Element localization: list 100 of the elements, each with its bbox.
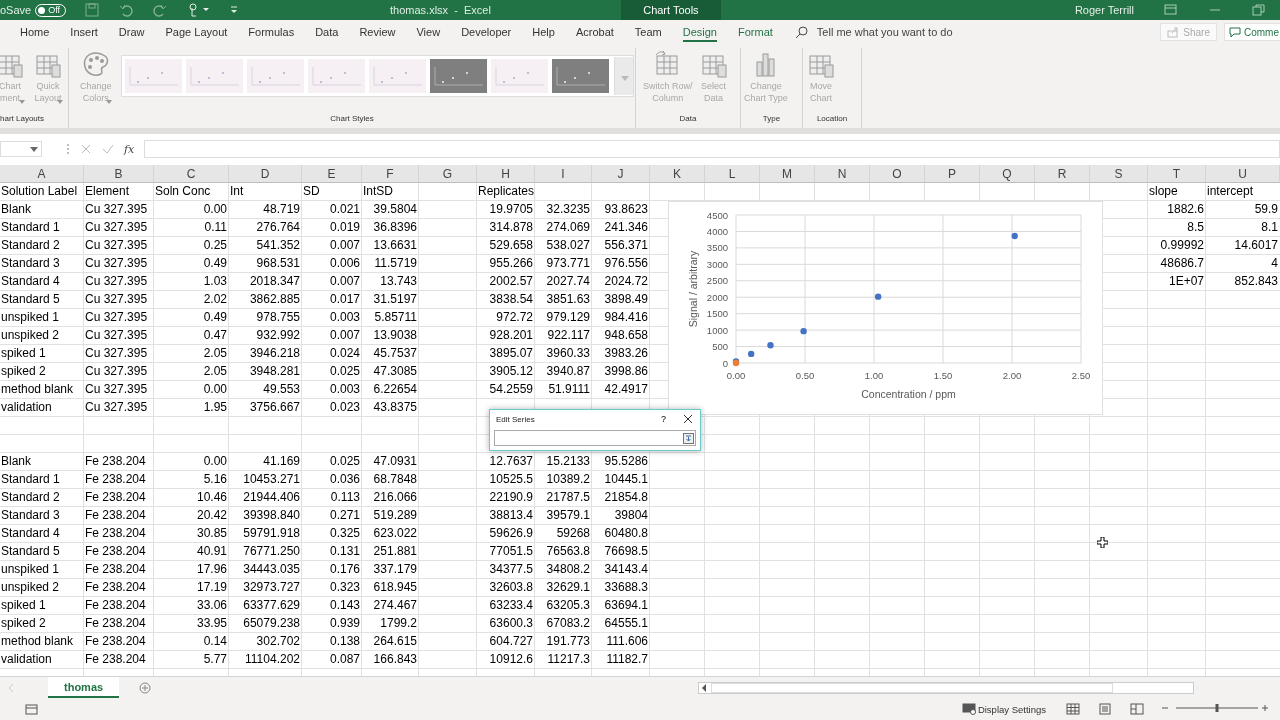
column-header[interactable]: O [870,165,925,183]
ribbon-tab[interactable]: Insert [70,20,98,44]
collapse-dialog-icon[interactable] [683,432,694,444]
chart-style-thumbnail[interactable] [551,59,609,93]
add-sheet-icon[interactable] [139,681,152,694]
scrollbar-thumb[interactable] [711,682,1113,693]
ribbon-display-icon[interactable] [1164,4,1178,16]
enter-icon[interactable] [102,143,114,155]
table-cell-text: 34377.5 [488,561,534,578]
table-cell-text: Cu 327.395 [84,399,149,416]
ribbon-tab[interactable]: Formulas [248,20,295,44]
ribbon-tab[interactable]: Help [532,20,555,44]
column-header[interactable]: F [362,165,419,183]
user-name[interactable]: Roger Terrill [1074,4,1134,16]
ribbon-tab[interactable]: Review [359,20,396,44]
column-header[interactable]: A [0,165,84,183]
restore-icon[interactable] [1252,4,1266,16]
table-cell-text: 3983.26 [603,345,649,362]
column-header[interactable]: L [705,165,760,183]
y-tick-label: 3500 [706,242,728,254]
table-cell-text: 0.003 [328,309,361,326]
chart-style-thumbnail[interactable] [307,59,365,93]
tell-me-field[interactable]: Tell me what you want to do [794,25,979,39]
table-cell-text: 2018.347 [248,273,301,290]
column-header[interactable]: E [302,165,362,183]
ribbon-tab[interactable]: Acrobat [575,20,614,44]
table-cell-text: 93.8623 [603,201,649,218]
column-header[interactable]: M [760,165,815,183]
horizontal-scrollbar[interactable] [698,681,1194,694]
column-header[interactable]: S [1090,165,1148,183]
ribbon-tab[interactable]: Team [634,20,662,44]
table-cell-text: 42.4917 [603,381,649,398]
formula-field[interactable] [144,140,1280,158]
close-icon[interactable] [682,413,694,425]
cancel-icon[interactable] [80,143,92,155]
zoom-thumb[interactable] [1215,704,1219,712]
table-cell-text: 976.556 [603,255,649,272]
table-cell-text: 1799.2 [379,615,418,632]
display-settings-button[interactable]: Display Settings [977,703,1046,715]
column-header[interactable]: R [1035,165,1090,183]
ribbon-tab[interactable]: Design [682,22,717,42]
column-header[interactable]: B [84,165,154,183]
table-cell-text: 13.9038 [372,327,418,344]
normal-view-icon[interactable] [1066,703,1080,715]
monitor-icon [961,703,976,715]
column-header[interactable]: I [535,165,592,183]
table-cell-text: Replicates [477,183,535,200]
table-cell-text: 12.7637 [488,453,534,470]
table-cell-text: 32629.1 [545,579,591,596]
save-icon[interactable] [84,2,101,18]
column-header[interactable]: G [419,165,477,183]
table-cell-text: 302.702 [255,633,301,650]
chart-style-thumbnail[interactable] [429,59,487,93]
chart-style-thumbnail[interactable] [246,59,304,93]
sheet-tab[interactable]: thomas [48,677,120,698]
column-header[interactable]: T [1148,165,1206,183]
scroll-left-icon[interactable] [701,683,707,692]
insert-function-button[interactable]: fx [124,142,135,156]
series-input-field[interactable] [494,430,696,446]
help-button[interactable]: ? [661,414,666,424]
table-cell-text: 852.843 [1233,273,1279,290]
comments-button[interactable]: Comme [1224,23,1280,41]
page-layout-icon[interactable] [1098,703,1112,715]
ribbon-tab[interactable]: Developer [461,20,512,44]
table-cell-text: 0.024 [328,345,361,362]
column-header[interactable]: H [477,165,535,183]
table-cell-text: 274.467 [372,597,418,614]
chart-style-thumbnail[interactable] [185,59,243,93]
column-header[interactable]: P [925,165,980,183]
page-icon[interactable] [25,703,39,715]
chart-style-thumbnail[interactable] [368,59,426,93]
table-cell-text: 2.05 [202,345,228,362]
caret-icon [57,100,63,104]
column-header[interactable]: D [229,165,302,183]
table-cell-text: 618.945 [372,579,418,596]
touch-mode-icon[interactable] [186,2,211,18]
ribbon-tab[interactable]: Page Layout [165,20,228,44]
table-cell-text: 0.007 [328,327,361,344]
column-header[interactable]: Q [980,165,1035,183]
ribbon-tab[interactable]: Data [315,20,339,44]
table-cell-text: 34443.035 [242,561,301,578]
redo-icon[interactable] [152,2,169,18]
column-header[interactable]: U [1206,165,1280,183]
column-header[interactable]: K [650,165,705,183]
grip-icon[interactable] [66,142,70,156]
column-header[interactable]: J [592,165,650,183]
gallery-more-button[interactable] [613,57,633,95]
column-header[interactable]: C [154,165,229,183]
name-box[interactable] [0,141,42,157]
ribbon-tab[interactable]: View [416,20,441,44]
column-header[interactable]: N [815,165,870,183]
page-break-icon[interactable] [1130,703,1144,715]
chart-style-thumbnail[interactable] [124,59,182,93]
chart-style-thumbnail[interactable] [490,59,548,93]
ribbon-tab[interactable]: Draw [118,20,145,44]
ribbon-tab[interactable]: Home [20,20,50,44]
undo-icon[interactable] [118,2,135,18]
table-cell-text: method blank [0,633,75,650]
table-cell-text: 0.176 [328,561,361,578]
ribbon-tab[interactable]: Format [738,20,773,44]
